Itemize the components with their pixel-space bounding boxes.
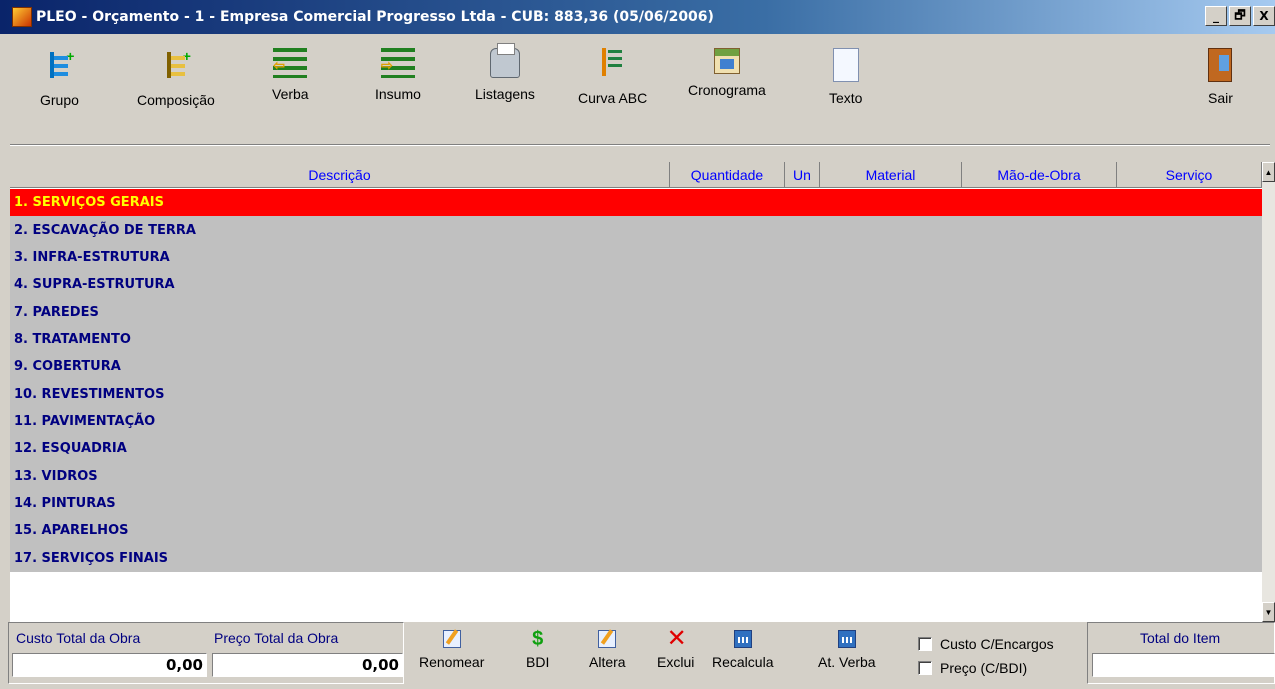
insumo-button[interactable]: ⇨ Insumo <box>375 48 421 128</box>
sair-label: Sair <box>1208 90 1233 106</box>
exclui-label: Exclui <box>657 654 695 670</box>
scroll-down-icon[interactable]: ▼ <box>1262 602 1275 622</box>
bdi-label: BDI <box>526 654 550 670</box>
window-title: PLEO - Orçamento - 1 - Empresa Comercial… <box>36 9 714 25</box>
bottom-panel: Custo Total da Obra 0,00 Preço Total da … <box>0 622 1275 689</box>
texto-button[interactable]: Texto <box>829 48 862 128</box>
custo-total-label: Custo Total da Obra <box>16 630 141 646</box>
column-servico[interactable]: Serviço <box>1117 162 1262 188</box>
main-toolbar: + Grupo + Composição ⇦ Verba ⇨ Insumo Li… <box>0 34 1275 148</box>
column-material[interactable]: Material <box>820 162 962 188</box>
delete-x-icon: ✕ <box>666 625 687 652</box>
calculator-icon <box>733 630 752 648</box>
at-verba-button[interactable]: At. Verba <box>818 630 876 670</box>
recalcula-button[interactable]: Recalcula <box>712 630 773 670</box>
column-descricao[interactable]: Descrição <box>10 162 670 188</box>
custo-encargos-checkbox[interactable] <box>918 637 932 651</box>
item-total-field <box>1092 653 1275 677</box>
curva-abc-button[interactable]: Curva ABC <box>578 48 647 128</box>
cronograma-button[interactable]: Cronograma <box>688 48 766 128</box>
altera-button[interactable]: Altera <box>589 630 626 670</box>
preco-total-field: 0,00 <box>212 653 403 677</box>
table-row[interactable]: 9. COBERTURA <box>10 353 1262 380</box>
grid-empty-area[interactable] <box>10 572 1262 622</box>
abc-curve-icon <box>598 48 628 82</box>
app-icon[interactable] <box>12 7 32 27</box>
toolbar-separator <box>10 144 1270 146</box>
bdi-button[interactable]: $ BDI <box>526 628 550 670</box>
custo-total-field: 0,00 <box>12 653 207 677</box>
grid-rows: 1. SERVIÇOS GERAIS 2. ESCAVAÇÃO DE TERRA 3… <box>10 189 1262 572</box>
document-icon <box>832 48 859 82</box>
minimize-button[interactable]: _ <box>1205 6 1227 26</box>
insumo-label: Insumo <box>375 86 421 102</box>
texto-label: Texto <box>829 90 863 106</box>
curva-abc-label: Curva ABC <box>578 90 648 106</box>
at-verba-label: At. Verba <box>818 654 876 670</box>
preco-bdi-label: Preço (C/BDI) <box>940 660 1028 676</box>
dollar-icon: $ <box>532 628 544 650</box>
renomear-label: Renomear <box>419 654 485 670</box>
column-mao-de-obra[interactable]: Mão-de-Obra <box>962 162 1117 188</box>
pencil-icon <box>442 630 461 648</box>
table-row[interactable]: 4. SUPRA-ESTRUTURA <box>10 271 1262 298</box>
window-controls: _ 🗗 X <box>1203 6 1275 26</box>
budget-grid: Descrição Quantidade Un Material Mão-de-… <box>10 162 1275 622</box>
vertical-scrollbar[interactable]: ▲ ▼ <box>1262 162 1275 622</box>
verba-list-icon: ⇦ <box>273 48 308 78</box>
cronograma-label: Cronograma <box>688 82 766 98</box>
grid-header: Descrição Quantidade Un Material Mão-de-… <box>10 162 1262 188</box>
renomear-button[interactable]: Renomear <box>419 630 484 670</box>
grupo-label: Grupo <box>40 92 79 108</box>
exclui-button[interactable]: ✕ Exclui <box>657 625 695 671</box>
table-row[interactable]: 2. ESCAVAÇÃO DE TERRA <box>10 216 1262 243</box>
table-row[interactable]: 14. PINTURAS <box>10 490 1262 517</box>
grupo-button[interactable]: + Grupo <box>40 48 79 128</box>
restore-button[interactable]: 🗗 <box>1229 6 1251 26</box>
table-row[interactable]: 7. PAREDES <box>10 298 1262 325</box>
table-row[interactable]: 12. ESQUADRIA <box>10 435 1262 462</box>
preco-bdi-checkbox[interactable] <box>918 661 932 675</box>
table-row[interactable]: 1. SERVIÇOS GERAIS <box>10 189 1262 217</box>
listagens-button[interactable]: Listagens <box>475 43 535 128</box>
custo-encargos-label: Custo C/Encargos <box>940 636 1054 652</box>
column-quantidade[interactable]: Quantidade <box>670 162 785 188</box>
altera-label: Altera <box>589 654 626 670</box>
composition-tree-icon: + <box>161 48 191 84</box>
preco-bdi-option[interactable]: Preço (C/BDI) <box>918 660 1027 676</box>
scroll-up-icon[interactable]: ▲ <box>1262 162 1275 182</box>
verba-label: Verba <box>272 86 309 102</box>
verba-button[interactable]: ⇦ Verba <box>272 48 309 128</box>
title-bar: PLEO - Orçamento - 1 - Empresa Comercial… <box>0 0 1275 34</box>
exit-door-icon <box>1208 48 1233 82</box>
composicao-label: Composição <box>137 92 215 108</box>
table-row[interactable]: 17. SERVIÇOS FINAIS <box>10 545 1262 572</box>
table-row[interactable]: 3. INFRA-ESTRUTURA <box>10 244 1262 271</box>
printer-icon <box>489 43 520 78</box>
column-un[interactable]: Un <box>785 162 820 188</box>
recalcula-label: Recalcula <box>712 654 774 670</box>
table-row[interactable]: 13. VIDROS <box>10 463 1262 490</box>
preco-total-label: Preço Total da Obra <box>214 630 339 646</box>
listagens-label: Listagens <box>475 86 535 102</box>
custo-encargos-option[interactable]: Custo C/Encargos <box>918 636 1054 652</box>
sair-button[interactable]: Sair <box>1208 48 1233 128</box>
group-tree-icon: + <box>44 48 74 84</box>
calendar-icon <box>713 48 740 74</box>
composicao-button[interactable]: + Composição <box>137 48 215 128</box>
table-row[interactable]: 11. PAVIMENTAÇÃO <box>10 408 1262 435</box>
item-total-label: Total do Item <box>1140 630 1221 646</box>
table-row[interactable]: 10. REVESTIMENTOS <box>10 381 1262 408</box>
edit-icon <box>598 630 617 648</box>
table-row[interactable]: 8. TRATAMENTO <box>10 326 1262 353</box>
insumo-list-icon: ⇨ <box>380 48 415 78</box>
table-row[interactable]: 15. APARELHOS <box>10 517 1262 544</box>
calculator-icon <box>837 630 856 648</box>
close-button[interactable]: X <box>1253 6 1275 26</box>
